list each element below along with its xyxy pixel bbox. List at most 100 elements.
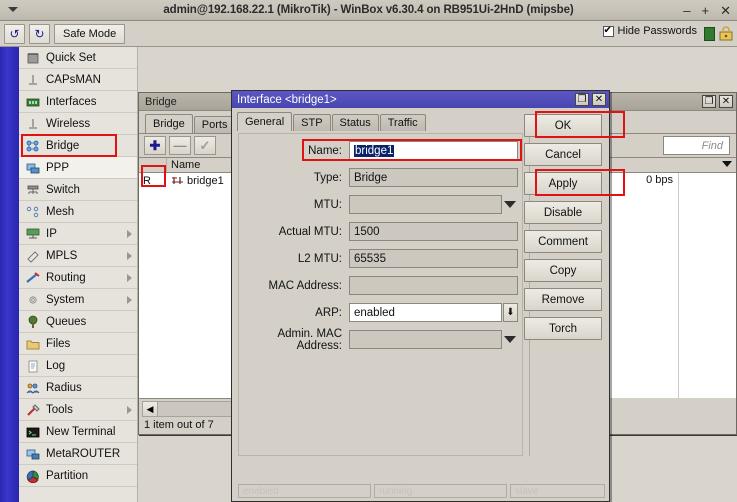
log-icon — [24, 358, 41, 373]
capsman-icon — [24, 72, 41, 87]
sidebar-item-label: Quick Set — [46, 51, 96, 64]
chevron-down-icon[interactable] — [504, 336, 516, 343]
interfaces-icon — [26, 98, 39, 106]
sidebar-item-log[interactable]: Log — [19, 355, 137, 377]
column-flags[interactable] — [139, 158, 167, 172]
remove-button[interactable]: Remove — [524, 288, 602, 311]
sidebar-item-files[interactable]: Files — [19, 333, 137, 355]
hide-passwords-control[interactable]: Hide Passwords — [602, 25, 697, 37]
sidebar-item-bridge[interactable]: Bridge — [19, 135, 137, 157]
field-input-type[interactable]: Bridge — [349, 168, 518, 187]
field-label-name: Name: — [308, 144, 342, 157]
sidebar-item-system[interactable]: System — [19, 289, 137, 311]
interface-dialog-buttons: OK Cancel Apply Disable Comment Copy Remove Tor… — [524, 114, 602, 346]
field-row-mac-address: MAC Address: — [239, 275, 522, 296]
safe-mode-button[interactable]: Safe Mode — [54, 23, 126, 44]
sidebar-item-metarouter[interactable]: MetaROUTER — [19, 443, 137, 465]
minimize-button[interactable]: – — [683, 4, 690, 17]
sidebar-item-switch[interactable]: Switch — [19, 179, 137, 201]
field-input-actual-mtu[interactable]: 1500 — [349, 222, 518, 241]
sidebar-item-ip[interactable]: IP — [19, 223, 137, 245]
winbox-side-strip: rOS WinBox — [0, 47, 19, 502]
field-input-arp[interactable]: enabled — [349, 303, 502, 322]
mesh-icon — [24, 204, 41, 219]
copy-button[interactable]: Copy — [524, 259, 602, 282]
main-menu-sidebar: Quick Set CAPsMAN Interfaces Wireless Bridge… — [19, 47, 138, 502]
bridge-find-input[interactable]: Find — [663, 136, 730, 155]
sidebar-item-mesh[interactable]: Mesh — [19, 201, 137, 223]
disable-button[interactable]: Disable — [524, 201, 602, 224]
ip-icon — [24, 226, 41, 241]
field-input-mac-address[interactable] — [349, 276, 518, 295]
interface-tab-general[interactable]: General — [237, 112, 293, 131]
row-flag: R — [143, 174, 151, 187]
sidebar-item-capsman[interactable]: CAPsMAN — [19, 69, 137, 91]
interface-maximize-button[interactable]: ❐ — [575, 93, 589, 106]
sidebar-item-tools[interactable]: Tools — [19, 399, 137, 421]
sidebar-item-mpls[interactable]: MPLS — [19, 245, 137, 267]
sidebar-item-interfaces[interactable]: Interfaces — [19, 91, 137, 113]
field-row-name: Name: bridge1 — [239, 140, 522, 161]
sidebar-item-label: Wireless — [46, 117, 91, 130]
sidebar-item-ppp[interactable]: PPP — [19, 157, 137, 179]
bridge-add-button[interactable]: ✚ — [144, 136, 166, 155]
interface-close-button[interactable]: ✕ — [592, 93, 606, 106]
interface-tab-stp[interactable]: STP — [293, 114, 331, 131]
wireless-icon — [28, 118, 37, 129]
interface-dialog-title: Interface <bridge1> — [237, 93, 337, 106]
radius-icon — [24, 380, 41, 395]
sidebar-item-routing[interactable]: Routing — [19, 267, 137, 289]
field-input-l2-mtu[interactable]: 65535 — [349, 249, 518, 268]
bridge-close-button[interactable]: ✕ — [719, 95, 733, 108]
torch-button[interactable]: Torch — [524, 317, 602, 340]
tools-icon — [26, 403, 40, 416]
chevron-down-icon[interactable] — [504, 201, 516, 208]
terminal-icon — [26, 427, 39, 437]
field-input-name[interactable]: bridge1 — [349, 141, 518, 160]
interface-dialog-controls: ❐ ✕ — [575, 93, 606, 106]
scroll-left-arrow-icon[interactable]: ◀ — [143, 402, 158, 416]
field-input-admin-mac-address[interactable] — [349, 330, 502, 349]
sidebar-item-label: Bridge — [46, 139, 80, 152]
close-button[interactable]: ✕ — [720, 4, 731, 17]
sidebar-item-label: New Terminal — [46, 425, 116, 438]
maximize-button[interactable]: + — [702, 4, 710, 17]
routing-icon — [24, 270, 41, 285]
apply-button[interactable]: Apply — [524, 172, 602, 195]
undo-button[interactable]: ↺ — [4, 23, 25, 44]
field-input-mtu[interactable] — [349, 195, 502, 214]
sidebar-item-label: CAPsMAN — [46, 73, 101, 86]
sidebar-item-partition[interactable]: Partition — [19, 465, 137, 487]
sidebar-item-label: Partition — [46, 469, 89, 482]
bridge-tab-ports[interactable]: Ports — [193, 116, 236, 133]
field-row-arp: ARP: enabled ⬇ — [239, 302, 522, 323]
bridge-maximize-button[interactable]: ❐ — [702, 95, 716, 108]
files-icon — [24, 336, 41, 351]
winbox-app: admin@192.168.22.1 (MikroTik) - WinBox v… — [0, 0, 737, 502]
sidebar-item-label: System — [46, 293, 85, 306]
column-menu-caret-icon[interactable] — [722, 161, 732, 167]
redo-button[interactable]: ↻ — [29, 23, 50, 44]
comment-button[interactable]: Comment — [524, 230, 602, 253]
sidebar-item-radius[interactable]: Radius — [19, 377, 137, 399]
sidebar-item-wireless[interactable]: Wireless — [19, 113, 137, 135]
sidebar-item-quick-set[interactable]: Quick Set — [19, 47, 137, 69]
bridge-remove-button[interactable]: — — [169, 136, 191, 155]
field-row-admin-mac-address: Admin. MAC Address: — [239, 328, 522, 352]
sidebar-item-queues[interactable]: Queues — [19, 311, 137, 333]
sidebar-item-label: MPLS — [46, 249, 78, 262]
status-cell-0: enabled — [238, 484, 371, 498]
ok-button[interactable]: OK — [524, 114, 602, 137]
cancel-button[interactable]: Cancel — [524, 143, 602, 166]
hide-passwords-checkbox[interactable] — [602, 25, 614, 37]
bridge-tab-bridge[interactable]: Bridge — [145, 114, 193, 133]
interface-tab-status[interactable]: Status — [331, 114, 379, 131]
partition-icon — [24, 468, 41, 483]
interface-tab-traffic[interactable]: Traffic — [379, 114, 426, 131]
bridge-enable-button[interactable]: ✓ — [194, 136, 216, 155]
submenu-arrow-icon — [127, 274, 132, 282]
interface-dialog-titlebar: Interface <bridge1> ❐ ✕ — [232, 91, 609, 108]
padlock-icon[interactable] — [719, 26, 733, 41]
sidebar-item-new-terminal[interactable]: New Terminal — [19, 421, 137, 443]
dropdown-button-arp[interactable]: ⬇ — [503, 303, 518, 322]
